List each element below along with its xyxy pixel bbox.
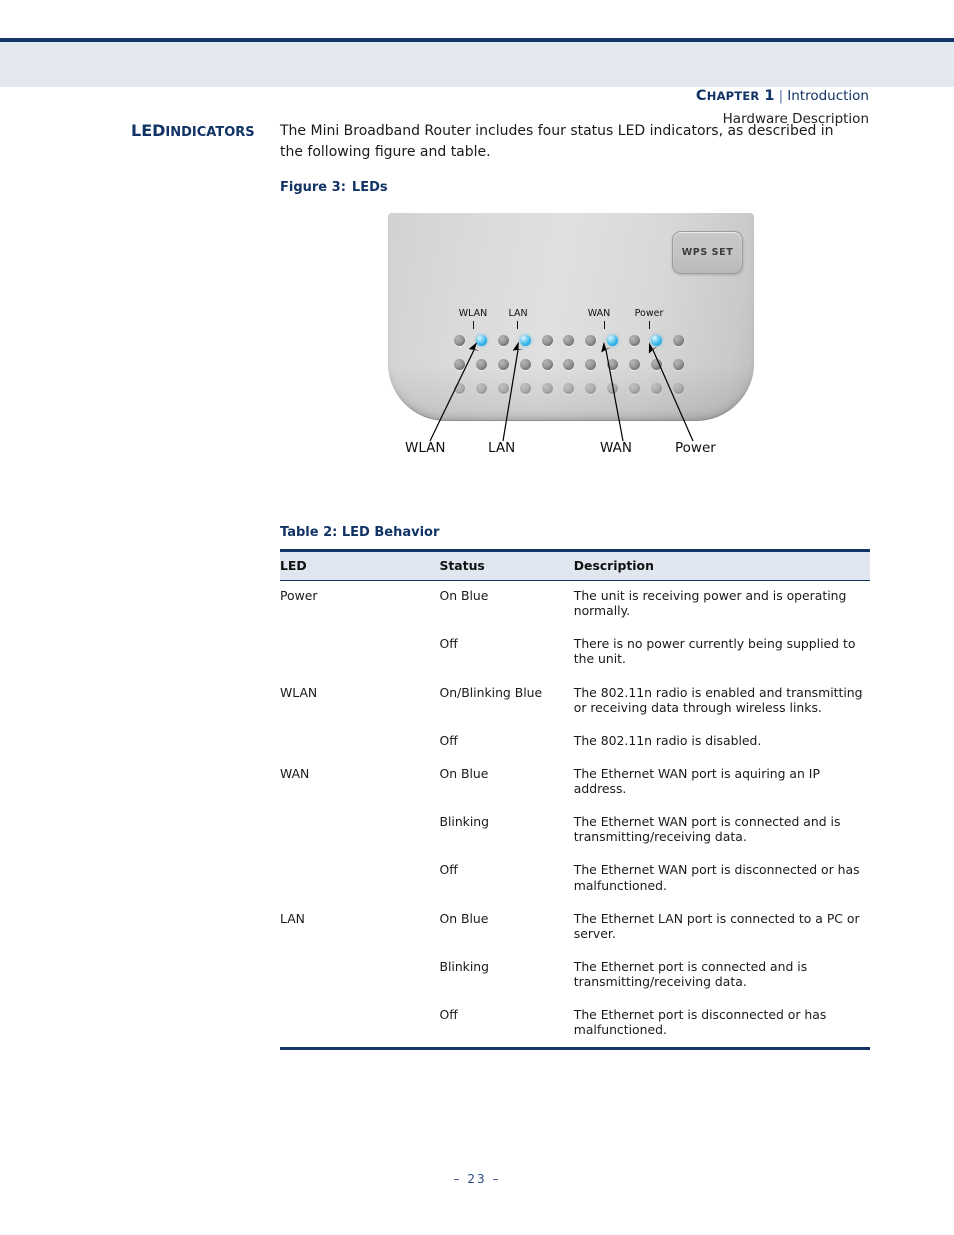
table-row: Power On Blue The unit is receiving powe… bbox=[280, 581, 870, 624]
cell-description: The 802.11n radio is disabled. bbox=[573, 732, 762, 748]
cell-status: On Blue bbox=[439, 588, 489, 603]
cell-status: Off bbox=[439, 862, 458, 878]
cell-description: The 802.11n radio is enabled and transmi… bbox=[573, 684, 863, 715]
table-row: WLAN On/Blinking Blue The 802.11n radio … bbox=[280, 672, 870, 720]
cell-led bbox=[280, 946, 439, 994]
cell-status: Blinking bbox=[439, 814, 490, 830]
table-head: LED Status Description bbox=[280, 549, 870, 581]
figure-caption: Figure 3: LEDs bbox=[280, 180, 388, 195]
cell-led: WLAN bbox=[280, 684, 318, 700]
cell-status: On/Blinking Blue bbox=[439, 684, 543, 700]
section-body-text: The Mini Broadband Router includes four … bbox=[280, 123, 834, 160]
table-header-row: LED Status Description bbox=[280, 549, 870, 581]
arrow-wan bbox=[601, 341, 624, 442]
arrow-power bbox=[648, 342, 694, 442]
header-separator: | bbox=[778, 88, 784, 104]
cell-status: Off bbox=[439, 732, 458, 748]
arrow-wlan bbox=[429, 342, 480, 442]
table-row: WAN On Blue The Ethernet WAN port is aqu… bbox=[280, 753, 870, 801]
table-caption-number: Table 2: bbox=[280, 525, 338, 540]
cell-led bbox=[280, 720, 439, 753]
section-heading: LEDINDICATORS bbox=[131, 121, 255, 140]
header-chapter-cap: C bbox=[695, 88, 707, 104]
header-chapter-label: CHAPTER 1 bbox=[696, 88, 775, 104]
header-chapter-number: 1 bbox=[764, 88, 775, 104]
cell-led: Power bbox=[280, 588, 318, 603]
table-row: Off The 802.11n radio is disabled. bbox=[280, 720, 870, 753]
header-band: CHAPTER 1 | Introduction Hardware Descript… bbox=[0, 42, 954, 127]
led-behavior-table-wrapper: LED Status Description Power On Blue The… bbox=[280, 549, 870, 1051]
cell-led bbox=[280, 849, 439, 897]
cell-description: There is no power currently being suppli… bbox=[573, 636, 856, 667]
table-caption-title: LED Behavior bbox=[341, 525, 440, 540]
section-heading-secondary: INDICATORS bbox=[165, 125, 255, 140]
table-row: Blinking The Ethernet port is connected … bbox=[280, 946, 870, 994]
arrow-lan bbox=[502, 341, 524, 442]
cell-status: Off bbox=[439, 994, 574, 1051]
table-row: LAN On Blue The Ethernet LAN port is con… bbox=[280, 898, 870, 946]
cell-led bbox=[280, 623, 439, 671]
figure-caption-number: Figure 3: bbox=[280, 180, 346, 195]
cell-led: WAN bbox=[280, 765, 310, 781]
header-chapter-line: CHAPTER 1 | Introduction bbox=[696, 86, 869, 107]
cell-status: Blinking bbox=[439, 958, 490, 974]
callout-label-wlan: WLAN bbox=[405, 440, 446, 456]
callout-label-lan: LAN bbox=[488, 440, 516, 456]
table-row: Off The Ethernet WAN port is disconnecte… bbox=[280, 849, 870, 897]
page-footer: – 23 – bbox=[453, 1172, 501, 1186]
led-behavior-table: LED Status Description Power On Blue The… bbox=[280, 549, 870, 1051]
callout-label-power: Power bbox=[675, 440, 716, 456]
callout-arrows bbox=[429, 341, 694, 442]
table-row: Off There is no power currently being su… bbox=[280, 623, 870, 671]
cell-description: The Ethernet port is disconnected or has… bbox=[573, 994, 870, 1051]
cell-status: Off bbox=[439, 636, 458, 652]
cell-description: The unit is receiving power and is opera… bbox=[573, 588, 847, 619]
table-row: Off The Ethernet port is disconnected or… bbox=[280, 994, 870, 1051]
cell-description: The Ethernet WAN port is connected and i… bbox=[573, 814, 841, 845]
figure-caption-title: LEDs bbox=[351, 180, 388, 195]
cell-led bbox=[280, 994, 440, 1051]
column-header-status: Status bbox=[439, 549, 574, 581]
table-caption: Table 2: LED Behavior bbox=[280, 525, 439, 540]
document-page: CHAPTER 1 | Introduction Hardware Descript… bbox=[0, 0, 954, 1235]
cell-description: The Ethernet LAN port is connected to a … bbox=[573, 910, 860, 941]
column-header-led: LED bbox=[280, 549, 440, 581]
table-row: Blinking The Ethernet WAN port is connec… bbox=[280, 801, 870, 849]
table-body: Power On Blue The unit is receiving powe… bbox=[280, 581, 870, 1051]
cell-description: The Ethernet WAN port is disconnected or… bbox=[573, 862, 860, 893]
column-header-description: Description bbox=[573, 549, 870, 581]
header-chapter-title: Introduction bbox=[787, 88, 869, 104]
callout-label-wan: WAN bbox=[600, 440, 632, 456]
cell-description: The Ethernet WAN port is aquiring an IP … bbox=[573, 765, 820, 796]
cell-description: The Ethernet port is connected and is tr… bbox=[573, 958, 808, 989]
section-heading-primary: LED bbox=[131, 121, 166, 140]
cell-led: LAN bbox=[280, 910, 305, 926]
header-chapter-rest: HAPTER bbox=[706, 89, 760, 103]
figure-leds: WPS SET WLAN LAN WAN Power WLAN LAN WAN … bbox=[383, 213, 759, 463]
cell-led bbox=[280, 801, 439, 849]
cell-status: On Blue bbox=[439, 765, 489, 781]
cell-status: On Blue bbox=[439, 910, 489, 926]
